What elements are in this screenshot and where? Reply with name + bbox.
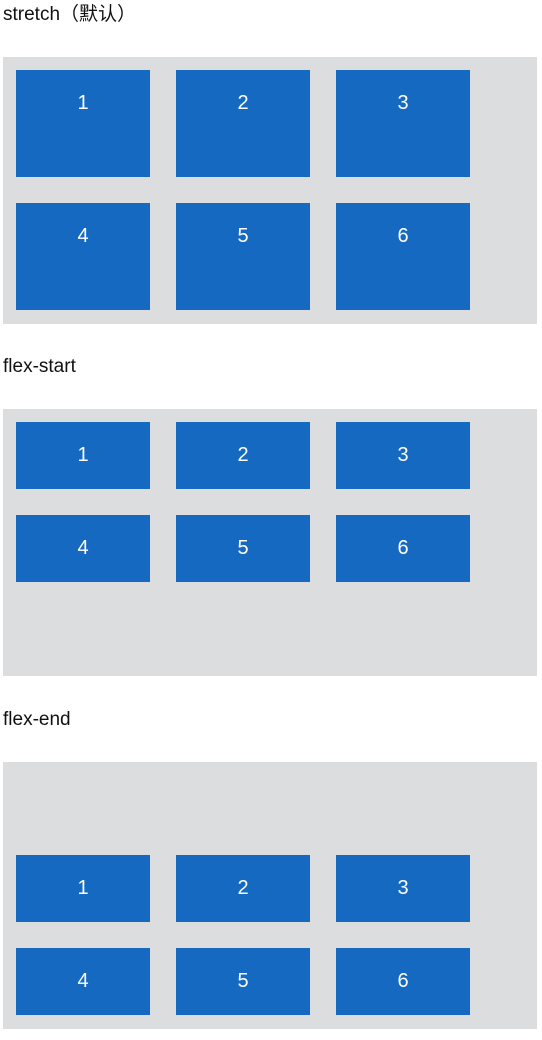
flex-item: 1 — [16, 70, 150, 177]
flex-item-label: 6 — [397, 970, 409, 992]
flex-container-flex-start: 1 2 3 4 5 6 — [3, 409, 537, 676]
flex-item: 3 — [336, 422, 470, 489]
flex-item: 2 — [176, 70, 310, 177]
flex-item: 5 — [176, 203, 310, 310]
flex-item-label: 1 — [77, 877, 89, 899]
flex-item-label: 2 — [237, 444, 249, 466]
flex-container-flex-end: 1 2 3 4 5 6 — [3, 762, 537, 1029]
flex-item-label: 1 — [77, 444, 89, 466]
flex-item: 6 — [336, 948, 470, 1015]
section-title-flex-end: flex-end — [3, 709, 71, 730]
flex-item-label: 2 — [237, 92, 249, 114]
flex-item-label: 4 — [77, 225, 89, 247]
flex-item-label: 5 — [237, 225, 249, 247]
section-title-flex-start: flex-start — [3, 356, 76, 377]
flex-item-label: 6 — [397, 537, 409, 559]
flex-item-label: 3 — [397, 92, 409, 114]
flex-item-label: 5 — [237, 970, 249, 992]
flex-item: 2 — [176, 422, 310, 489]
flex-item-label: 6 — [397, 225, 409, 247]
flex-item-label: 3 — [397, 444, 409, 466]
section-title-stretch: stretch（默认） — [3, 4, 137, 25]
flex-item-label: 4 — [77, 970, 89, 992]
flex-item-label: 1 — [77, 92, 89, 114]
flex-container-stretch: 1 2 3 4 5 6 — [3, 57, 537, 324]
flex-item: 4 — [16, 515, 150, 582]
flex-item-label: 3 — [397, 877, 409, 899]
flex-item: 5 — [176, 515, 310, 582]
flex-item: 5 — [176, 948, 310, 1015]
flex-item: 2 — [176, 855, 310, 922]
flex-item: 6 — [336, 515, 470, 582]
flex-item-label: 5 — [237, 537, 249, 559]
flex-item: 1 — [16, 855, 150, 922]
flex-item: 6 — [336, 203, 470, 310]
flex-item: 3 — [336, 70, 470, 177]
flex-item-label: 4 — [77, 537, 89, 559]
flex-item: 4 — [16, 203, 150, 310]
flex-item: 3 — [336, 855, 470, 922]
flex-item: 4 — [16, 948, 150, 1015]
flex-item-label: 2 — [237, 877, 249, 899]
flex-item: 1 — [16, 422, 150, 489]
